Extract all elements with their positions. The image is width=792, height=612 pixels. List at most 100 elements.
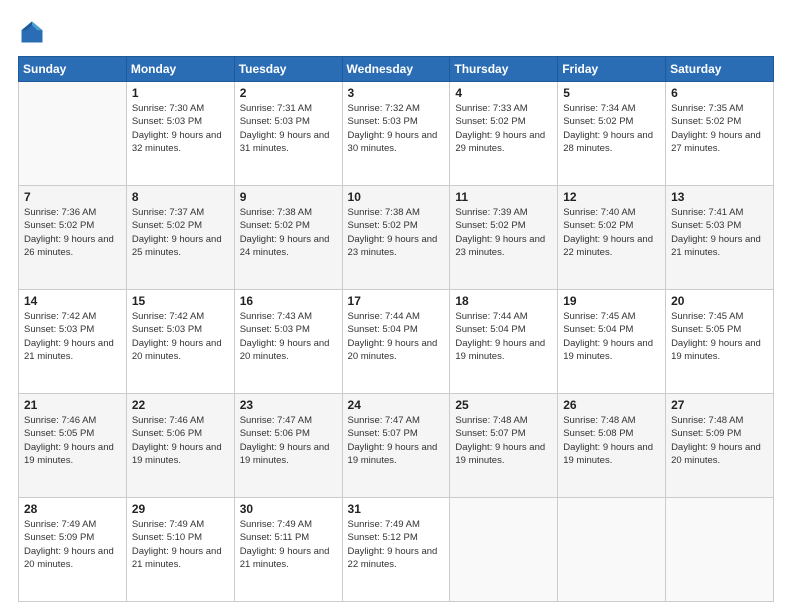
calendar-cell: 25 Sunrise: 7:48 AMSunset: 5:07 PMDayligh…: [450, 394, 558, 498]
day-number: 26: [563, 398, 660, 412]
calendar-header: SundayMondayTuesdayWednesdayThursdayFrid…: [19, 57, 774, 82]
day-number: 31: [348, 502, 445, 516]
day-number: 23: [240, 398, 337, 412]
calendar-cell: 9 Sunrise: 7:38 AMSunset: 5:02 PMDaylight…: [234, 186, 342, 290]
weekday-row: SundayMondayTuesdayWednesdayThursdayFrid…: [19, 57, 774, 82]
day-info: Sunrise: 7:40 AMSunset: 5:02 PMDaylight:…: [563, 206, 660, 259]
day-info: Sunrise: 7:45 AMSunset: 5:05 PMDaylight:…: [671, 310, 768, 363]
logo: [18, 18, 50, 46]
header: [18, 18, 774, 46]
day-info: Sunrise: 7:48 AMSunset: 5:07 PMDaylight:…: [455, 414, 552, 467]
day-number: 28: [24, 502, 121, 516]
calendar-table: SundayMondayTuesdayWednesdayThursdayFrid…: [18, 56, 774, 602]
day-number: 8: [132, 190, 229, 204]
day-number: 10: [348, 190, 445, 204]
day-info: Sunrise: 7:42 AMSunset: 5:03 PMDaylight:…: [24, 310, 121, 363]
day-info: Sunrise: 7:46 AMSunset: 5:05 PMDaylight:…: [24, 414, 121, 467]
day-info: Sunrise: 7:34 AMSunset: 5:02 PMDaylight:…: [563, 102, 660, 155]
calendar-cell: [558, 498, 666, 602]
day-info: Sunrise: 7:43 AMSunset: 5:03 PMDaylight:…: [240, 310, 337, 363]
calendar-cell: 30 Sunrise: 7:49 AMSunset: 5:11 PMDayligh…: [234, 498, 342, 602]
calendar-cell: 1Sunrise: 7:30 AMSunset: 5:03 PMDaylight…: [126, 82, 234, 186]
day-info: Sunrise: 7:49 AMSunset: 5:09 PMDaylight:…: [24, 518, 121, 571]
calendar-cell: 14 Sunrise: 7:42 AMSunset: 5:03 PMDayligh…: [19, 290, 127, 394]
calendar-cell: [666, 498, 774, 602]
day-info: Sunrise: 7:41 AMSunset: 5:03 PMDaylight:…: [671, 206, 768, 259]
calendar-cell: 29 Sunrise: 7:49 AMSunset: 5:10 PMDayligh…: [126, 498, 234, 602]
calendar-cell: 11 Sunrise: 7:39 AMSunset: 5:02 PMDayligh…: [450, 186, 558, 290]
calendar-cell: 18 Sunrise: 7:44 AMSunset: 5:04 PMDayligh…: [450, 290, 558, 394]
day-number: 4: [455, 86, 552, 100]
logo-icon: [18, 18, 46, 46]
day-info: Sunrise: 7:45 AMSunset: 5:04 PMDaylight:…: [563, 310, 660, 363]
calendar-cell: 28 Sunrise: 7:49 AMSunset: 5:09 PMDayligh…: [19, 498, 127, 602]
calendar-cell: 22Sunrise: 7:46 AMSunset: 5:06 PMDayligh…: [126, 394, 234, 498]
day-number: 6: [671, 86, 768, 100]
day-number: 9: [240, 190, 337, 204]
day-number: 16: [240, 294, 337, 308]
calendar-cell: 2Sunrise: 7:31 AMSunset: 5:03 PMDaylight…: [234, 82, 342, 186]
day-number: 11: [455, 190, 552, 204]
weekday-wednesday: Wednesday: [342, 57, 450, 82]
calendar-cell: 27Sunrise: 7:48 AMSunset: 5:09 PMDayligh…: [666, 394, 774, 498]
calendar-cell: 24Sunrise: 7:47 AMSunset: 5:07 PMDayligh…: [342, 394, 450, 498]
day-number: 15: [132, 294, 229, 308]
day-number: 14: [24, 294, 121, 308]
calendar-cell: [19, 82, 127, 186]
day-info: Sunrise: 7:42 AMSunset: 5:03 PMDaylight:…: [132, 310, 229, 363]
day-info: Sunrise: 7:38 AMSunset: 5:02 PMDaylight:…: [348, 206, 445, 259]
day-info: Sunrise: 7:39 AMSunset: 5:02 PMDaylight:…: [455, 206, 552, 259]
day-number: 21: [24, 398, 121, 412]
day-number: 30: [240, 502, 337, 516]
calendar-cell: 10 Sunrise: 7:38 AMSunset: 5:02 PMDayligh…: [342, 186, 450, 290]
day-info: Sunrise: 7:37 AMSunset: 5:02 PMDaylight:…: [132, 206, 229, 259]
calendar-cell: 31 Sunrise: 7:49 AMSunset: 5:12 PMDayligh…: [342, 498, 450, 602]
day-info: Sunrise: 7:32 AMSunset: 5:03 PMDaylight:…: [348, 102, 445, 155]
weekday-tuesday: Tuesday: [234, 57, 342, 82]
calendar-cell: 20Sunrise: 7:45 AMSunset: 5:05 PMDayligh…: [666, 290, 774, 394]
calendar-cell: 17 Sunrise: 7:44 AMSunset: 5:04 PMDayligh…: [342, 290, 450, 394]
day-number: 19: [563, 294, 660, 308]
day-number: 12: [563, 190, 660, 204]
week-row-2: 7 Sunrise: 7:36 AMSunset: 5:02 PMDaylight…: [19, 186, 774, 290]
calendar-body: 1Sunrise: 7:30 AMSunset: 5:03 PMDaylight…: [19, 82, 774, 602]
day-info: Sunrise: 7:49 AMSunset: 5:12 PMDaylight:…: [348, 518, 445, 571]
day-number: 27: [671, 398, 768, 412]
day-number: 7: [24, 190, 121, 204]
day-info: Sunrise: 7:47 AMSunset: 5:06 PMDaylight:…: [240, 414, 337, 467]
day-number: 18: [455, 294, 552, 308]
day-number: 24: [348, 398, 445, 412]
calendar-cell: 19 Sunrise: 7:45 AMSunset: 5:04 PMDayligh…: [558, 290, 666, 394]
day-number: 17: [348, 294, 445, 308]
calendar-cell: 4 Sunrise: 7:33 AMSunset: 5:02 PMDaylight…: [450, 82, 558, 186]
day-info: Sunrise: 7:44 AMSunset: 5:04 PMDaylight:…: [455, 310, 552, 363]
calendar-page: SundayMondayTuesdayWednesdayThursdayFrid…: [0, 0, 792, 612]
day-info: Sunrise: 7:46 AMSunset: 5:06 PMDaylight:…: [132, 414, 229, 467]
day-info: Sunrise: 7:38 AMSunset: 5:02 PMDaylight:…: [240, 206, 337, 259]
calendar-cell: 3Sunrise: 7:32 AMSunset: 5:03 PMDaylight…: [342, 82, 450, 186]
day-info: Sunrise: 7:49 AMSunset: 5:10 PMDaylight:…: [132, 518, 229, 571]
day-number: 25: [455, 398, 552, 412]
day-info: Sunrise: 7:36 AMSunset: 5:02 PMDaylight:…: [24, 206, 121, 259]
calendar-cell: [450, 498, 558, 602]
calendar-cell: 8 Sunrise: 7:37 AMSunset: 5:02 PMDaylight…: [126, 186, 234, 290]
day-info: Sunrise: 7:33 AMSunset: 5:02 PMDaylight:…: [455, 102, 552, 155]
day-info: Sunrise: 7:49 AMSunset: 5:11 PMDaylight:…: [240, 518, 337, 571]
calendar-cell: 6Sunrise: 7:35 AMSunset: 5:02 PMDaylight…: [666, 82, 774, 186]
week-row-5: 28 Sunrise: 7:49 AMSunset: 5:09 PMDayligh…: [19, 498, 774, 602]
weekday-thursday: Thursday: [450, 57, 558, 82]
week-row-4: 21 Sunrise: 7:46 AMSunset: 5:05 PMDayligh…: [19, 394, 774, 498]
day-number: 13: [671, 190, 768, 204]
day-info: Sunrise: 7:44 AMSunset: 5:04 PMDaylight:…: [348, 310, 445, 363]
day-number: 2: [240, 86, 337, 100]
day-number: 29: [132, 502, 229, 516]
day-info: Sunrise: 7:30 AMSunset: 5:03 PMDaylight:…: [132, 102, 229, 155]
weekday-friday: Friday: [558, 57, 666, 82]
calendar-cell: 5Sunrise: 7:34 AMSunset: 5:02 PMDaylight…: [558, 82, 666, 186]
calendar-cell: 7 Sunrise: 7:36 AMSunset: 5:02 PMDaylight…: [19, 186, 127, 290]
calendar-cell: 26Sunrise: 7:48 AMSunset: 5:08 PMDayligh…: [558, 394, 666, 498]
week-row-1: 1Sunrise: 7:30 AMSunset: 5:03 PMDaylight…: [19, 82, 774, 186]
calendar-cell: 12 Sunrise: 7:40 AMSunset: 5:02 PMDayligh…: [558, 186, 666, 290]
calendar-cell: 23 Sunrise: 7:47 AMSunset: 5:06 PMDayligh…: [234, 394, 342, 498]
calendar-cell: 16 Sunrise: 7:43 AMSunset: 5:03 PMDayligh…: [234, 290, 342, 394]
